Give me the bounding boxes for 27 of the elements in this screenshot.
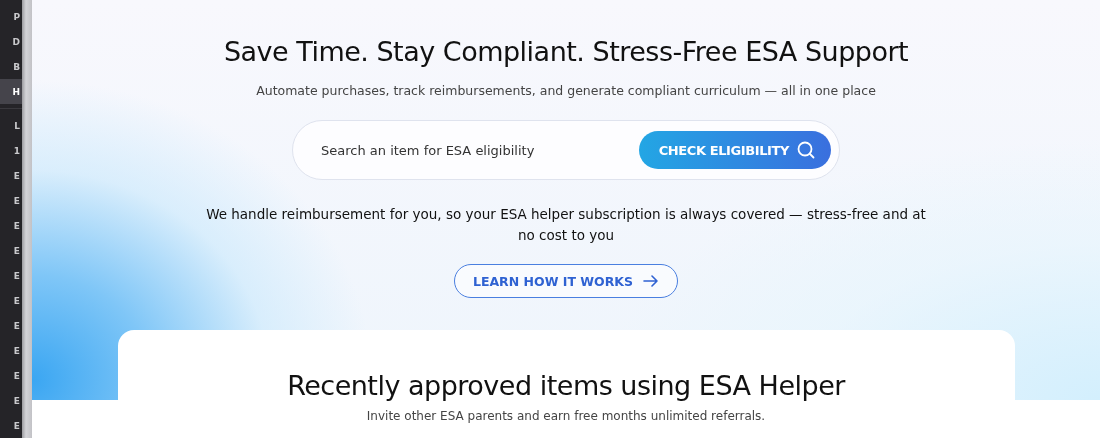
hero-title: Save Time. Stay Compliant. Stress-Free ESA Support [223,36,909,67]
learn-how-button[interactable]: LEARN HOW IT WORKS [453,264,679,298]
sidebar-item[interactable]: E [0,288,22,313]
hero-subtitle: Automate purchases, track reimbursements, and generate compliant curriculum — all in one place [256,83,876,98]
section-title: Recently approved items using ESA Helper [287,370,845,401]
sidebar-item[interactable]: P [0,4,22,29]
sidebar-item[interactable]: E [0,163,22,188]
sidebar-item[interactable]: E [0,263,22,288]
arrow-right-icon [643,275,660,287]
info-text: We handle reimbursement for you, so your ESA helper subscription is always covered — stress-free and at no cost to you [205,205,927,245]
search-icon [797,141,815,159]
sidebar-item[interactable]: E [0,188,22,213]
sidebar-item[interactable]: D [0,29,22,54]
sidebar-item[interactable]: E [0,413,22,438]
sidebar-item[interactable]: E [0,238,22,263]
sidebar-item[interactable]: L [0,113,22,138]
sidebar-item[interactable]: E [0,338,22,363]
section-subtitle: Invite other ESA parents and earn free months unlimited referrals. [366,409,766,423]
sidebar-item[interactable]: E [0,363,22,388]
search-field[interactable]: Search an item for ESA eligibility CHECK ELIGIBILITY [292,120,840,180]
sidebar-item[interactable]: E [0,313,22,338]
sidebar-item[interactable]: E [0,388,22,413]
check-eligibility-button[interactable]: CHECK ELIGIBILITY [638,131,831,169]
sidebar-item[interactable]: B [0,54,22,79]
sidebar-item[interactable]: E [0,213,22,238]
sidebar-item[interactable]: H [0,79,22,104]
sidebar-item[interactable]: 1 [0,138,22,163]
